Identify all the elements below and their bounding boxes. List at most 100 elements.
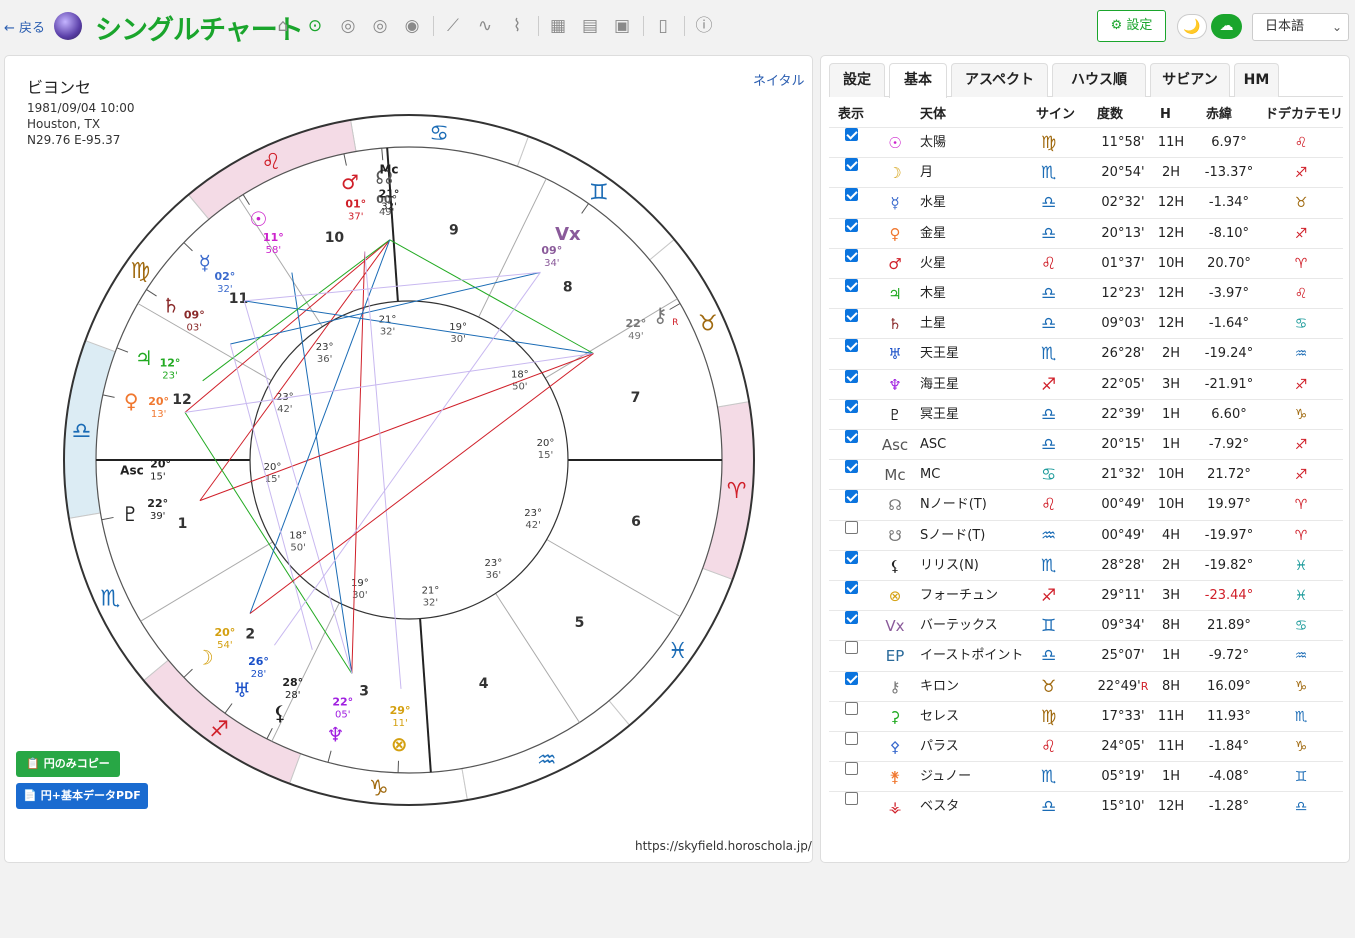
- tab-sabian[interactable]: サビアン: [1150, 63, 1230, 97]
- display-checkbox[interactable]: [845, 490, 858, 504]
- pdf-export-button[interactable]: 📄 円+基本データPDF: [16, 783, 148, 809]
- house-value: 12H: [1157, 316, 1185, 332]
- cusp-minute: 15': [538, 450, 553, 461]
- display-checkbox[interactable]: [845, 309, 858, 323]
- display-checkbox[interactable]: [845, 671, 858, 685]
- cusp-minute: 42': [277, 404, 292, 415]
- zigzag-icon[interactable]: ⌇: [506, 15, 528, 37]
- tab-hm[interactable]: HM: [1234, 63, 1279, 97]
- grid-icon[interactable]: ▦: [547, 15, 569, 37]
- table-row: Vx バーテックス ♊ 09°34' 8H 21.89° ♋: [829, 610, 1343, 640]
- planet-icon: ♄: [888, 315, 902, 334]
- display-checkbox[interactable]: [845, 279, 858, 292]
- clipboard-icon[interactable]: ▯: [652, 15, 674, 37]
- table-row: ♆ 海王星 ♐ 22°05' 3H -21.91° ♐: [829, 368, 1343, 399]
- circle3-icon[interactable]: ◎: [369, 15, 391, 37]
- home-icon[interactable]: ⌂: [272, 15, 294, 37]
- house-value: 11H: [1157, 135, 1185, 150]
- settings-button[interactable]: ⚙ 設定: [1097, 10, 1166, 42]
- planet-glyph: ♆: [327, 722, 345, 746]
- site-url[interactable]: https://skyfield.horoschola.jp/: [635, 839, 812, 853]
- house-value: 12H: [1157, 799, 1185, 815]
- display-checkbox[interactable]: [845, 792, 858, 806]
- back-link[interactable]: ← 戻る: [4, 17, 45, 36]
- cusp-degree: 23°: [524, 508, 542, 519]
- table-row: ⚴ パラス ♌ 24°05' 11H -1.84° ♑: [829, 731, 1343, 761]
- degree-value: 15°10': [1101, 799, 1145, 815]
- language-select[interactable]: 日本語 ⌄: [1252, 13, 1349, 41]
- declination-value: 11.93°: [1207, 708, 1251, 724]
- display-checkbox[interactable]: [845, 158, 858, 172]
- degree-value: 02°32': [1101, 195, 1145, 211]
- declination-value: -19.82°: [1204, 557, 1254, 573]
- zodiac-sign-glyph: ♒: [537, 748, 557, 773]
- help-icon[interactable]: ⓘ: [693, 15, 715, 37]
- planet-name: 火星: [920, 255, 947, 271]
- display-checkbox[interactable]: [845, 460, 858, 474]
- planet-name: 土星: [920, 316, 947, 332]
- display-checkbox[interactable]: [845, 339, 858, 353]
- table-row: ⚸ リリス(N) ♏ 28°28' 2H -19.82° ♓: [829, 549, 1343, 580]
- planet-minute: 34': [544, 258, 559, 269]
- header-dodecatemoria: ドデカテモリ: [1265, 107, 1344, 122]
- display-checkbox[interactable]: [845, 550, 858, 564]
- copy-chart-button[interactable]: 📋 円のみコピー: [16, 751, 120, 777]
- house-value: 1H: [1161, 648, 1181, 664]
- planet-degree: 01°: [345, 198, 366, 211]
- planet-minute: 32': [217, 284, 232, 295]
- degree-value: 00°49': [1101, 497, 1145, 513]
- display-checkbox[interactable]: [845, 701, 858, 715]
- display-checkbox[interactable]: [845, 218, 858, 232]
- display-checkbox[interactable]: [845, 399, 858, 413]
- sign-glyph: ♎: [1041, 284, 1057, 304]
- planet-icon: EP: [885, 647, 905, 666]
- declination-value: 6.60°: [1211, 406, 1247, 422]
- calendar-icon[interactable]: ▤: [579, 15, 601, 37]
- sign-glyph: ♊: [1041, 616, 1057, 637]
- dodecatemoria-glyph: ♐: [1294, 437, 1308, 453]
- sign-glyph: ♒: [1041, 525, 1057, 546]
- degree-value: 22°05': [1101, 376, 1145, 392]
- display-checkbox[interactable]: [845, 762, 858, 776]
- house-value: 10H: [1157, 255, 1185, 271]
- display-checkbox[interactable]: [845, 430, 858, 443]
- declination-value: -19.97°: [1204, 527, 1254, 543]
- display-checkbox[interactable]: [845, 188, 858, 202]
- circle2-icon[interactable]: ◎: [337, 15, 359, 37]
- house-value: 4H: [1161, 527, 1181, 543]
- dodecatemoria-glyph: ♊: [1294, 769, 1308, 786]
- circle4-icon[interactable]: ◉: [401, 15, 423, 37]
- dark-mode-toggle[interactable]: 🌙: [1177, 14, 1207, 39]
- tab-basic[interactable]: 基本: [889, 63, 947, 98]
- line-chart-icon[interactable]: ⟋: [442, 15, 464, 37]
- display-checkbox[interactable]: [845, 732, 858, 745]
- degree-value: 26°28': [1101, 346, 1145, 362]
- wave-icon[interactable]: ∿: [474, 15, 496, 37]
- display-checkbox[interactable]: [845, 248, 858, 262]
- table-row: ♂ 火星 ♌ 01°37' 10H 20.70° ♈: [829, 247, 1343, 278]
- house-value: 11H: [1157, 739, 1185, 754]
- tab-house-order[interactable]: ハウス順: [1052, 63, 1146, 97]
- degree-value: 20°13': [1101, 225, 1145, 241]
- target-icon[interactable]: ⊙: [304, 15, 326, 37]
- zodiac-sign-glyph: ♑: [369, 777, 389, 802]
- chart-panel: ビヨンセ 1981/09/04 10:00 Houston, TX N29.76…: [4, 55, 813, 863]
- cloud-toggle[interactable]: ☁: [1211, 14, 1242, 39]
- display-checkbox[interactable]: [845, 128, 858, 141]
- planet-glyph: ☿: [199, 251, 211, 275]
- display-checkbox[interactable]: [845, 369, 858, 383]
- house-number: 8: [563, 280, 573, 296]
- degree-value: 12°23': [1101, 286, 1145, 301]
- dodecatemoria-glyph: ♑: [1294, 678, 1308, 695]
- dodecatemoria-glyph: ♉: [1294, 195, 1308, 212]
- tab-aspect[interactable]: アスペクト: [951, 63, 1048, 97]
- header-body: 天体: [920, 107, 947, 122]
- display-checkbox[interactable]: [845, 641, 858, 655]
- tab-settings[interactable]: 設定: [829, 63, 885, 97]
- display-checkbox[interactable]: [845, 581, 858, 594]
- table-row: Mc MC ♋ 21°32' 10H 21.72° ♐: [829, 459, 1343, 489]
- calendar-plus-icon[interactable]: ▣: [611, 15, 633, 37]
- display-checkbox[interactable]: [845, 520, 858, 534]
- sign-glyph: ♎: [1041, 314, 1057, 335]
- display-checkbox[interactable]: [845, 611, 858, 625]
